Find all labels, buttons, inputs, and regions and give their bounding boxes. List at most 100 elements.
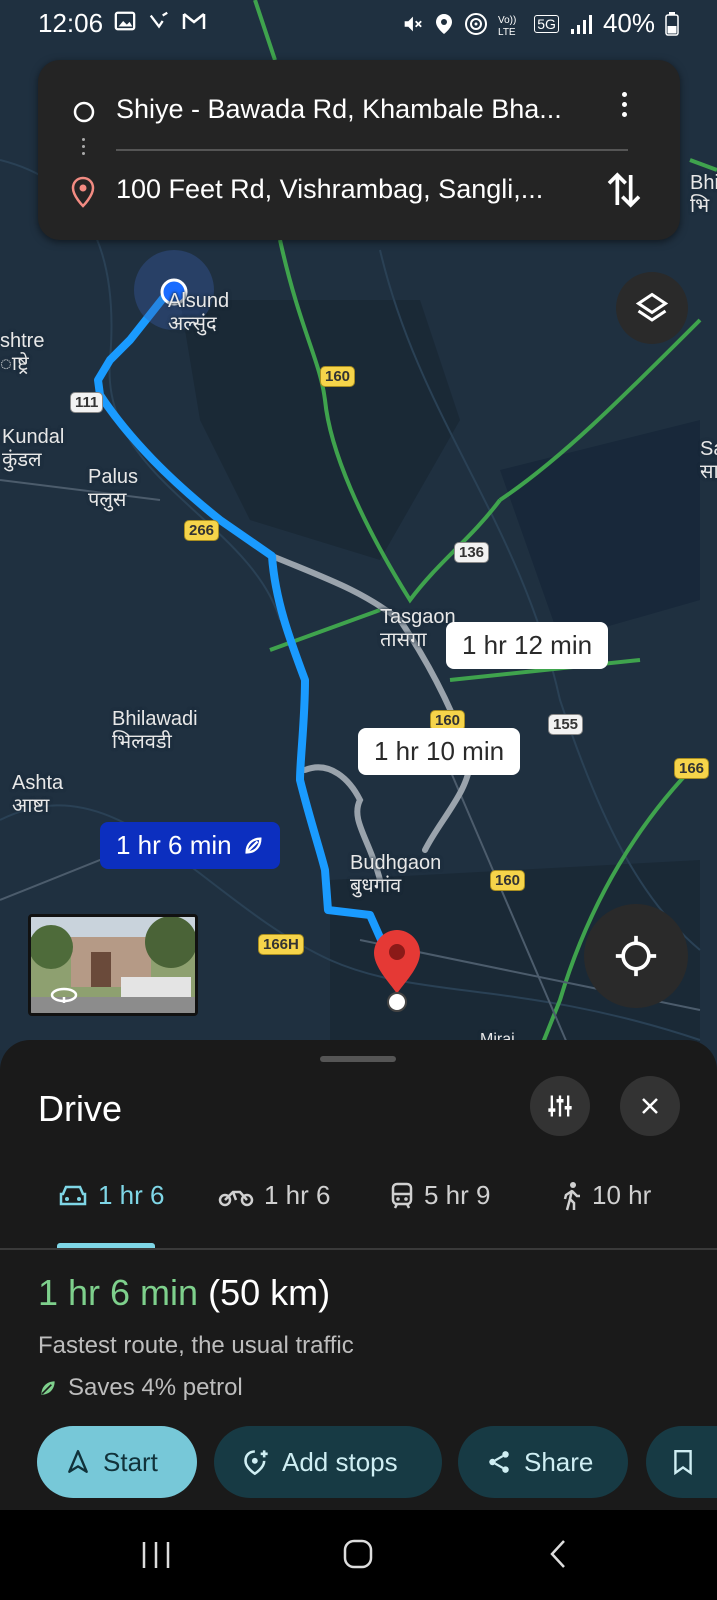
missed-call-icon (149, 11, 168, 29)
add-stops-button[interactable]: Add stops (214, 1426, 442, 1498)
tab-motorcycle-label: 1 hr 6 (264, 1180, 331, 1210)
status-time: 12:06 (38, 8, 104, 38)
highway-shield: 111 (70, 392, 104, 413)
route-description: Fastest route, the usual traffic (38, 1332, 354, 1359)
place-label-alsund[interactable]: Alsund अल्सुंद (168, 290, 229, 336)
place-label-palus[interactable]: Palus पलुस (88, 466, 138, 512)
origin-circle-icon (73, 101, 95, 123)
gallery-notification-icon (114, 11, 136, 31)
highway-shield: 160 (320, 366, 356, 387)
bookmark-icon (674, 1449, 692, 1475)
place-label-rashtre[interactable]: shtreाष्ट्रे (0, 330, 44, 376)
motorcycle-icon (218, 1190, 254, 1206)
route-summary: 1 hr 6 min (50 km) (38, 1272, 330, 1314)
share-icon (489, 1451, 509, 1473)
hotspot-icon (465, 12, 488, 35)
start-label: Start (103, 1446, 158, 1477)
place-label-budhgaon[interactable]: Budhgaon बुधगांव (350, 852, 441, 898)
recent-apps-icon[interactable] (140, 1540, 172, 1570)
place-label-sa[interactable]: Saसा (700, 438, 717, 484)
volte-icon: Vo))LTE (498, 15, 516, 36)
highway-shield: 160 (490, 870, 526, 891)
route-time-main[interactable]: 1 hr 6 min (100, 822, 280, 869)
tab-drive-label: 1 hr 6 (98, 1180, 165, 1210)
home-icon[interactable] (342, 1538, 374, 1570)
tune-sliders-icon (548, 1095, 572, 1117)
location-icon (436, 13, 453, 34)
start-button[interactable]: Start (37, 1426, 197, 1498)
route-options-button[interactable] (530, 1076, 590, 1136)
place-label-tasgaon[interactable]: Tasgaon तासगा (380, 606, 456, 652)
layers-icon (635, 292, 669, 322)
origin-row[interactable]: Shiye - Bawada Rd, Khambale Bha... (38, 74, 680, 150)
more-options-dot (621, 111, 627, 117)
save-button[interactable] (646, 1426, 717, 1498)
tabs-divider (0, 1248, 717, 1250)
walk-icon (563, 1181, 580, 1210)
more-options-button[interactable] (604, 84, 644, 124)
swap-route-button[interactable] (604, 168, 644, 212)
highway-shield: 166H (258, 934, 304, 955)
sheet-title: Drive (38, 1088, 123, 1129)
eco-leaf-icon (41, 1381, 55, 1395)
add-location-icon (244, 1450, 268, 1476)
360-rotate-icon (50, 987, 78, 1003)
route-time-main-label: 1 hr 6 min (116, 830, 232, 860)
system-nav-bar (0, 1510, 717, 1600)
more-options-dot (621, 101, 627, 107)
close-button[interactable] (620, 1076, 680, 1136)
eco-leaf-icon (245, 837, 262, 854)
layers-button[interactable] (616, 272, 688, 344)
place-label-ashta[interactable]: Ashta आष्टा (12, 772, 63, 818)
destination-pin-icon (71, 176, 95, 208)
fuel-savings-text: Saves 4% petrol (68, 1374, 243, 1401)
tab-transit[interactable]: 5 hr 9 (390, 1180, 491, 1211)
highway-shield: 266 (184, 520, 220, 541)
back-icon[interactable] (548, 1538, 568, 1570)
gmail-icon (182, 13, 206, 29)
battery-percent: 40% (602, 8, 655, 38)
directions-card: Shiye - Bawada Rd, Khambale Bha... 100 F… (38, 60, 680, 240)
fuel-savings: Saves 4% petrol (38, 1374, 243, 1402)
tab-walk-label: 10 hr (592, 1180, 652, 1210)
route-duration: 1 hr 6 min (38, 1272, 199, 1313)
close-icon (642, 1098, 658, 1114)
network-type-badge: 5G (534, 14, 559, 33)
place-label-bhi[interactable]: Bhi भि (690, 172, 717, 218)
my-location-button[interactable] (584, 904, 688, 1008)
place-label-bhilawadi[interactable]: Bhilawadi भिलवडी (112, 708, 198, 754)
svg-text:LTE: LTE (498, 27, 516, 36)
battery-icon (665, 11, 679, 36)
directions-sheet: Drive 1 hr 6 1 hr 6 5 hr 9 10 hr 1 hr 6 … (0, 1040, 717, 1510)
highway-shield: 136 (454, 542, 490, 563)
destination-text: 100 Feet Rd, Vishrambag, Sangli,... (116, 174, 544, 204)
share-button[interactable]: Share (458, 1426, 628, 1498)
tab-motorcycle[interactable]: 1 hr 6 (218, 1180, 331, 1211)
destination-row[interactable]: 100 Feet Rd, Vishrambag, Sangli,... (38, 154, 680, 230)
svg-text:Vo)): Vo)) (498, 15, 516, 26)
origin-text: Shiye - Bawada Rd, Khambale Bha... (116, 94, 562, 124)
route-time-alt-2[interactable]: 1 hr 10 min (358, 728, 521, 775)
transit-icon (391, 1182, 413, 1209)
place-label-kundal[interactable]: Kundal कुंडल (2, 426, 64, 472)
route-divider (116, 149, 628, 151)
tab-walk[interactable]: 10 hr (562, 1180, 651, 1211)
tab-drive[interactable]: 1 hr 6 (58, 1180, 165, 1211)
car-icon (59, 1185, 87, 1205)
route-distance: (50 km) (208, 1272, 331, 1313)
share-label: Share (524, 1446, 594, 1477)
signal-icon (570, 14, 592, 34)
highway-shield: 155 (548, 714, 584, 735)
more-options-dot (621, 91, 627, 97)
sheet-drag-handle[interactable] (320, 1056, 396, 1062)
navigation-arrow-icon (68, 1449, 88, 1473)
swap-vertical-icon (607, 172, 641, 208)
add-stops-label: Add stops (282, 1446, 398, 1477)
highway-shield: 166 (674, 758, 710, 779)
tab-transit-label: 5 hr 9 (424, 1180, 491, 1210)
route-time-alt-1[interactable]: 1 hr 12 min (446, 622, 609, 669)
street-view-thumbnail[interactable] (28, 914, 198, 1016)
my-location-icon (615, 935, 657, 977)
mute-icon (404, 16, 423, 31)
status-bar: 12:06 Vo)) LTE 5G 40% (0, 0, 717, 48)
